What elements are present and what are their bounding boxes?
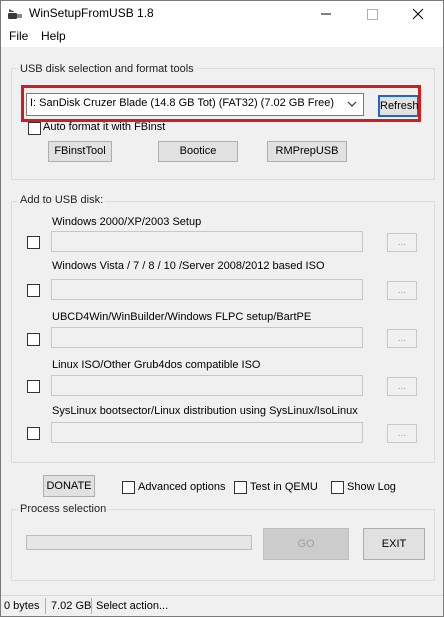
status-divider [45,598,46,614]
app-window: WinSetupFromUSB 1.8 File Help USB disk s… [0,0,444,617]
row-checkbox-vista[interactable] [27,284,40,297]
row-label-vista: Windows Vista / 7 / 8 / 10 /Server 2008/… [52,260,325,272]
advanced-options-label: Advanced options [138,481,226,493]
row-label-linux: Linux ISO/Other Grub4dos compatible ISO [52,359,261,371]
row-label-ubcd: UBCD4Win/WinBuilder/Windows FLPC setup/B… [52,311,312,323]
title-bar: WinSetupFromUSB 1.8 [1,1,443,27]
row-path-win2000[interactable] [51,231,363,252]
status-message: Select action... [96,600,169,612]
row-label-syslinux: SysLinux bootsector/Linux distribution u… [52,405,358,417]
row-browse-win2000[interactable]: ... [387,233,417,252]
go-button[interactable]: GO [263,528,349,560]
test-qemu-label: Test in QEMU [250,481,318,493]
show-log-label: Show Log [347,481,396,493]
fbinsttool-button[interactable]: FBinstTool [48,141,112,162]
show-log-checkbox[interactable] [331,481,344,494]
exit-button[interactable]: EXIT [363,528,425,560]
row-checkbox-win2000[interactable] [27,236,40,249]
row-browse-linux[interactable]: ... [387,377,417,396]
row-path-syslinux[interactable] [51,422,363,443]
highlight-box [21,85,421,122]
row-browse-vista[interactable]: ... [387,281,417,300]
menu-file[interactable]: File [9,29,28,43]
menu-help[interactable]: Help [41,29,66,43]
auto-format-checkbox[interactable] [28,122,41,135]
test-qemu-checkbox[interactable] [234,481,247,494]
usb-disk-group-title: USB disk selection and format tools [18,63,196,75]
progress-bar [26,535,252,550]
usb-app-icon [8,9,22,19]
donate-button[interactable]: DONATE [43,475,95,497]
add-to-usb-group-title: Add to USB disk: [18,194,106,206]
advanced-options-checkbox[interactable] [122,481,135,494]
rmprepusb-button[interactable]: RMPrepUSB [267,141,347,162]
process-group-title: Process selection [18,503,109,515]
auto-format-label: Auto format it with FBinst [43,121,166,133]
row-browse-ubcd[interactable]: ... [387,329,417,348]
row-label-win2000: Windows 2000/XP/2003 Setup [52,216,202,228]
minimize-icon [321,13,331,15]
row-checkbox-syslinux[interactable] [27,427,40,440]
maximize-button[interactable] [349,1,395,27]
status-written: 0 bytes [4,600,40,612]
row-checkbox-ubcd[interactable] [27,333,40,346]
close-button[interactable] [395,1,441,27]
status-divider [91,598,92,614]
maximize-icon [367,9,378,20]
status-bar: 0 bytes 7.02 GB Select action... [1,595,443,616]
window-title: WinSetupFromUSB 1.8 [29,6,154,20]
menu-bar: File Help [1,27,443,47]
row-path-vista[interactable] [51,279,363,300]
row-path-linux[interactable] [51,375,363,396]
bootice-button[interactable]: Bootice [158,141,238,162]
row-path-ubcd[interactable] [51,327,363,348]
minimize-button[interactable] [303,1,349,27]
row-browse-syslinux[interactable]: ... [387,424,417,443]
status-free-space: 7.02 GB [51,600,92,612]
row-checkbox-linux[interactable] [27,380,40,393]
close-icon [412,8,424,20]
